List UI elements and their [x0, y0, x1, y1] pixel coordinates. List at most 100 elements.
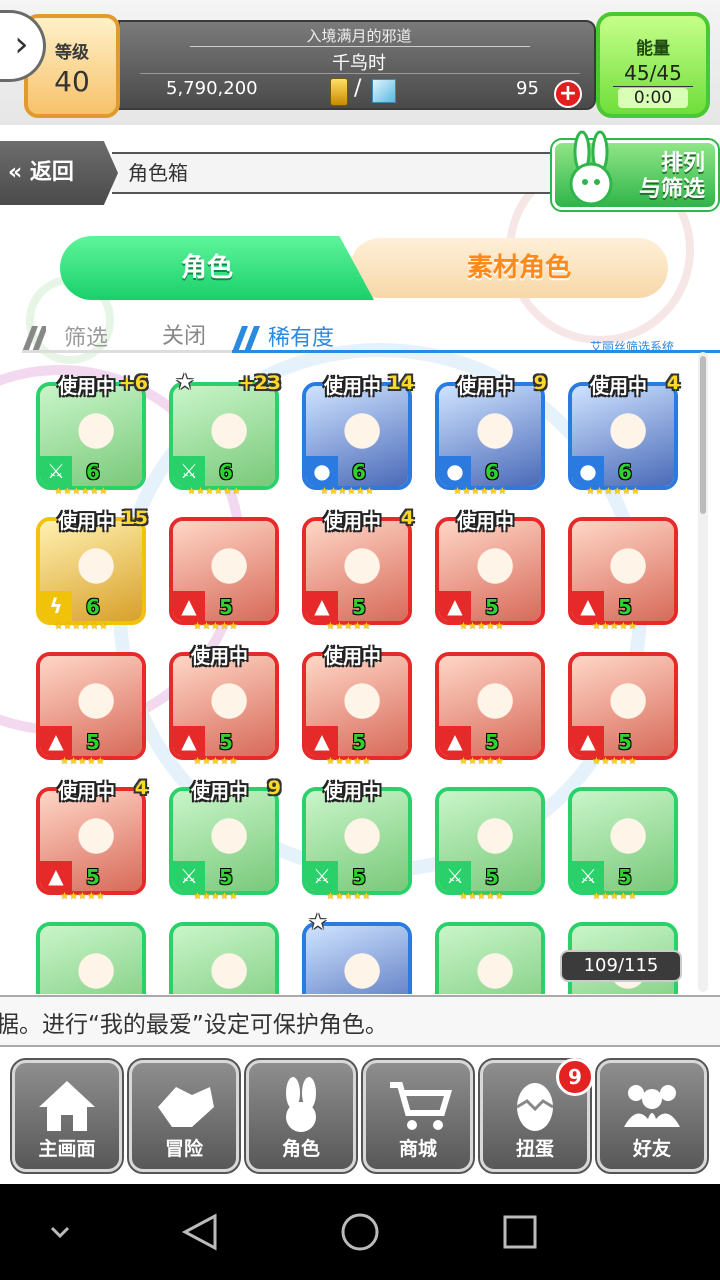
card-rarity-number: 5	[618, 865, 632, 889]
plus-value: +6	[118, 372, 148, 394]
in-use-label: 使用中	[58, 511, 116, 533]
back-triangle-icon[interactable]	[181, 1213, 217, 1251]
back-button[interactable]: « 返回	[0, 141, 118, 205]
card-rarity-number: 5	[86, 730, 100, 754]
character-grid: ⚔ 6 使用中 +6 ★★★★★★ ⚔ 6 ★ +23 ★★★★★★ ● 6 使用中 14 ★★★★★★ ● 6…	[36, 372, 700, 994]
card-rarity-number: 5	[618, 730, 632, 754]
rarity-stars: ★★★★★	[326, 891, 371, 902]
tab-characters[interactable]: 角色	[60, 236, 374, 300]
energy-panel[interactable]: 能量 45/45 0:00	[596, 12, 710, 118]
filter-label: 筛选	[64, 326, 109, 351]
home-icon	[15, 1077, 119, 1133]
sort-rarity-label[interactable]: 稀有度	[268, 320, 334, 352]
character-portrait	[40, 926, 142, 994]
character-card[interactable]: ⚔ 5	[568, 787, 678, 895]
element-fire-icon: ▲	[173, 726, 205, 756]
nav-button-home[interactable]: 主画面	[10, 1058, 124, 1174]
stripe-decoration	[232, 326, 260, 352]
divider	[22, 350, 236, 353]
player-info-panel[interactable]: 入境满月的邪道 千鸟时 5,790,200 / 95 +	[118, 20, 596, 110]
character-card[interactable]	[36, 922, 146, 994]
nav-button-cart[interactable]: 商城	[361, 1058, 475, 1174]
favorite-star-icon: ★	[175, 372, 195, 395]
element-wood-icon: ⚔	[173, 456, 205, 486]
filter-status[interactable]: 关闭	[162, 318, 206, 350]
plus-value: 9	[533, 372, 547, 394]
recents-square-icon[interactable]	[503, 1215, 537, 1249]
element-water-icon: ●	[572, 456, 604, 486]
nav-label: 角色	[281, 1138, 320, 1160]
card-rarity-number: 5	[485, 595, 499, 619]
rarity-stars: ★★★★★	[459, 891, 504, 902]
in-use-label: 使用中	[58, 781, 116, 803]
rarity-stars: ★★★★★★	[187, 486, 241, 497]
card-rarity-number: 5	[86, 865, 100, 889]
divider	[613, 86, 693, 87]
character-card[interactable]	[435, 922, 545, 994]
card-rarity-number: 5	[485, 730, 499, 754]
rarity-stars: ★★★★★	[60, 891, 105, 902]
rarity-stars: ★★★★★★	[320, 486, 374, 497]
character-card[interactable]: ▲ 5	[169, 517, 279, 625]
handshake-icon	[132, 1077, 236, 1133]
element-wood-icon: ⚔	[306, 861, 338, 891]
element-fire-icon: ▲	[40, 861, 72, 891]
rarity-stars: ★★★★★	[193, 756, 238, 767]
rarity-stars: ★★★★★	[592, 621, 637, 632]
nav-label: 主画面	[38, 1138, 96, 1160]
card-rarity-number: 5	[219, 865, 233, 889]
gold-coin-icon	[330, 78, 348, 106]
character-card[interactable]: ▲ 5	[36, 652, 146, 760]
chevron-down-icon[interactable]	[50, 1226, 70, 1239]
nav-label: 商城	[398, 1138, 437, 1160]
card-rarity-number: 5	[618, 595, 632, 619]
card-rarity-number: 5	[352, 730, 366, 754]
element-water-icon: ●	[306, 456, 338, 486]
divider	[140, 73, 580, 74]
character-portrait	[439, 926, 541, 994]
card-rarity-number: 6	[86, 595, 100, 619]
character-card[interactable]: ⚔ 6	[169, 382, 279, 490]
rarity-stars: ★★★★★	[193, 621, 238, 632]
rarity-stars: ★★★★★★	[586, 486, 640, 497]
nav-button-handshake[interactable]: 冒险	[127, 1058, 241, 1174]
character-portrait	[306, 926, 408, 994]
element-fire-icon: ▲	[306, 591, 338, 621]
card-rarity-number: 5	[485, 865, 499, 889]
tab-material-characters[interactable]: 素材角色	[350, 238, 668, 298]
stripe-decoration	[22, 326, 46, 352]
plus-value: 4	[134, 777, 148, 799]
card-rarity-number: 6	[618, 460, 632, 484]
buy-gems-button[interactable]: +	[554, 80, 582, 108]
rarity-stars: ★★★★★	[326, 621, 371, 632]
character-card[interactable]: ▲ 5	[435, 652, 545, 760]
scrollbar-thumb[interactable]	[700, 356, 706, 514]
gem-amount: 95	[516, 78, 539, 99]
back-label: 返回	[29, 160, 74, 185]
plus-value: 4	[666, 372, 680, 394]
plus-value: 4	[400, 507, 414, 529]
page-title: 角色箱	[112, 152, 582, 194]
element-fire-icon: ▲	[173, 591, 205, 621]
card-rarity-number: 5	[352, 595, 366, 619]
rarity-stars: ★★★★★★	[54, 621, 108, 632]
rabbit-mascot-icon	[569, 130, 613, 206]
plus-value: 9	[267, 777, 281, 799]
rarity-stars: ★★★★★	[60, 756, 105, 767]
nav-button-rabbit[interactable]: 角色	[244, 1058, 358, 1174]
in-use-label: 使用中	[457, 376, 515, 398]
element-water-icon: ●	[439, 456, 471, 486]
card-rarity-number: 6	[352, 460, 366, 484]
home-circle-icon[interactable]	[341, 1213, 379, 1251]
element-fire-icon: ▲	[40, 726, 72, 756]
character-card[interactable]: ⚔ 5	[435, 787, 545, 895]
gem-icon	[372, 79, 396, 103]
in-use-label: 使用中	[324, 646, 382, 668]
plus-value: 15	[121, 507, 148, 529]
favorite-star-icon: ★	[308, 910, 328, 935]
card-rarity-number: 6	[219, 460, 233, 484]
character-card[interactable]: ▲ 5	[568, 517, 678, 625]
character-card[interactable]	[169, 922, 279, 994]
nav-button-friends[interactable]: 好友	[595, 1058, 709, 1174]
character-card[interactable]: ▲ 5	[568, 652, 678, 760]
